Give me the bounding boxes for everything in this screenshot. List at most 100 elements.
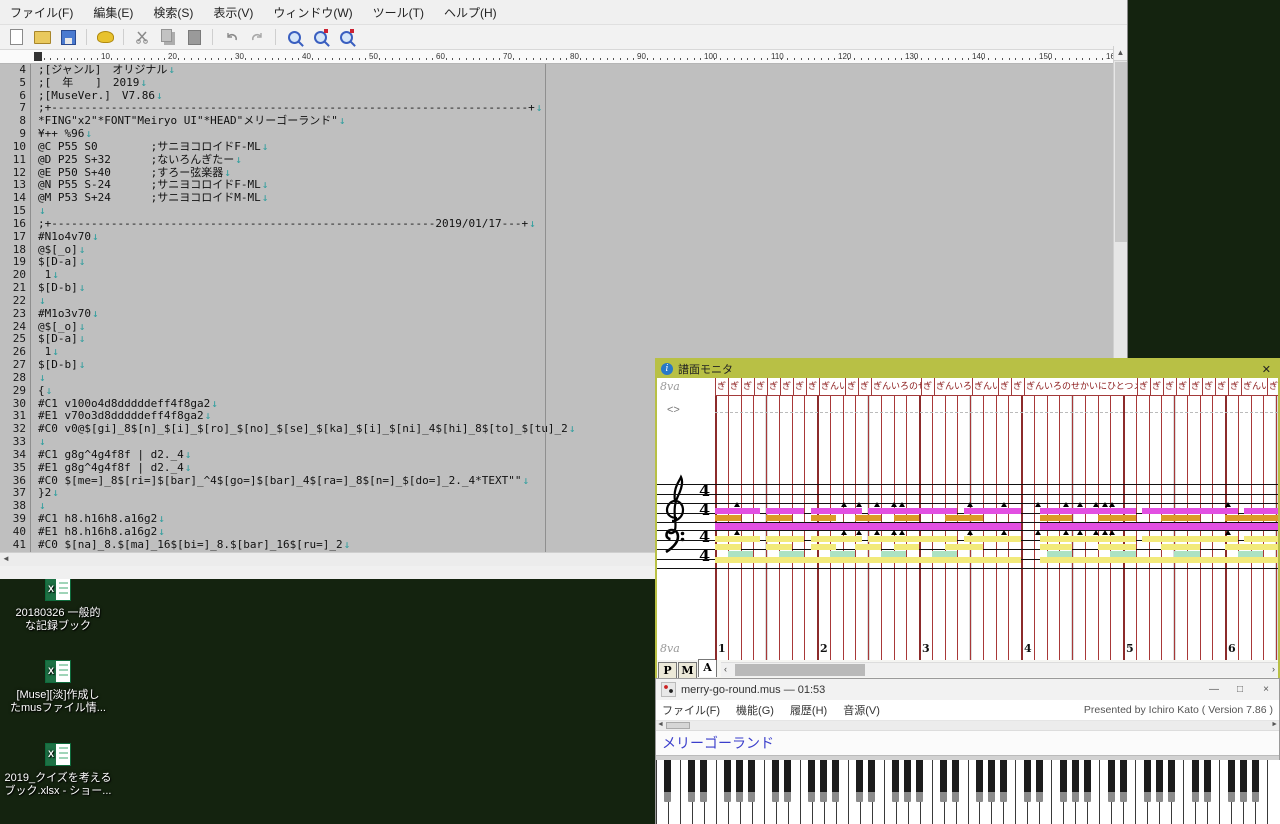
ruler-tick [727, 58, 728, 60]
line-text: $[D-b] [38, 282, 78, 295]
accent-triangle-icon [841, 502, 847, 507]
line-number: 16 [0, 218, 26, 231]
zoom-search-icon[interactable] [284, 27, 304, 47]
ruler-label: 130 [905, 52, 918, 61]
black-key[interactable] [664, 760, 671, 802]
editor-menu-item-2[interactable]: 編集(E) [93, 4, 133, 21]
black-key[interactable] [1024, 760, 1031, 802]
black-key[interactable] [1108, 760, 1115, 802]
black-key[interactable] [1228, 760, 1235, 802]
scroll-left-arrow-icon[interactable]: ◄ [2, 554, 10, 563]
score-tab-a[interactable]: A [698, 659, 717, 677]
black-key[interactable] [820, 760, 827, 802]
ruler-tick [747, 58, 748, 60]
editor-menu-item-1[interactable]: ファイル(F) [10, 4, 73, 21]
black-key[interactable] [952, 760, 959, 802]
player-menu-item-4[interactable]: 音源(V) [843, 702, 880, 718]
player-seek-slider[interactable]: ◄ ► [656, 721, 1279, 731]
ruler-tick [875, 58, 876, 60]
copy-icon[interactable] [158, 27, 178, 47]
ruler-tick [97, 58, 98, 60]
black-key[interactable] [736, 760, 743, 802]
black-key[interactable] [832, 760, 839, 802]
save-file-icon[interactable] [58, 27, 78, 47]
editor-menu-item-7[interactable]: ヘルプ(H) [444, 4, 497, 21]
black-key[interactable] [988, 760, 995, 802]
slider-handle[interactable] [666, 722, 690, 729]
black-key[interactable] [1084, 760, 1091, 802]
black-key[interactable] [1144, 760, 1151, 802]
black-key[interactable] [1240, 760, 1247, 802]
black-key[interactable] [976, 760, 983, 802]
ruler-tick [828, 58, 829, 60]
black-key[interactable] [1120, 760, 1127, 802]
black-key[interactable] [1156, 760, 1163, 802]
desktop-icon-1[interactable]: X20180326 一般的な記録ブック [0, 578, 116, 633]
minimize-icon[interactable]: — [1201, 684, 1227, 695]
black-key[interactable] [724, 760, 731, 802]
score-tab-p[interactable]: P [658, 662, 677, 678]
accent-triangle-icon [899, 530, 905, 535]
accent-triangle-icon [841, 530, 847, 535]
player-menu-item-2[interactable]: 機能(G) [736, 702, 774, 718]
black-key[interactable] [784, 760, 791, 802]
player-titlebar[interactable]: merry-go-round.mus — 01:53 — □ × [656, 679, 1279, 700]
editor-menu-item-4[interactable]: 表示(V) [213, 4, 253, 21]
editor-menu-item-5[interactable]: ウィンドウ(W) [273, 4, 352, 21]
score-tab-m[interactable]: M [678, 662, 697, 678]
black-key[interactable] [868, 760, 875, 802]
desktop-icon-3[interactable]: X2019_クイズを考えるブック.xlsx - ショー... [0, 743, 116, 798]
black-key[interactable] [1036, 760, 1043, 802]
black-key[interactable] [1204, 760, 1211, 802]
undo-icon[interactable] [221, 27, 241, 47]
zoom-search-jump-icon[interactable] [336, 27, 356, 47]
black-key[interactable] [892, 760, 899, 802]
scroll-left-arrow-icon[interactable]: ‹ [724, 664, 727, 674]
black-key[interactable] [700, 760, 707, 802]
cut-icon[interactable] [132, 27, 152, 47]
close-icon[interactable]: × [1253, 684, 1279, 695]
maximize-icon[interactable]: □ [1227, 684, 1253, 695]
editor-menu-item-3[interactable]: 検索(S) [153, 4, 193, 21]
scroll-up-arrow-icon[interactable]: ▲ [1114, 46, 1127, 61]
zoom-search-add-icon[interactable] [310, 27, 330, 47]
scrollbar-thumb[interactable] [735, 664, 865, 676]
player-menu-item-1[interactable]: ファイル(F) [662, 702, 720, 718]
score-titlebar[interactable]: i 譜面モニタ ✕ [657, 360, 1278, 378]
black-key[interactable] [1192, 760, 1199, 802]
ruler-tick [854, 58, 855, 60]
line-number: 11 [0, 154, 26, 167]
black-key[interactable] [748, 760, 755, 802]
lyric-cell: ぎ [767, 378, 780, 396]
black-key[interactable] [1072, 760, 1079, 802]
black-key[interactable] [808, 760, 815, 802]
black-key[interactable] [1168, 760, 1175, 802]
black-key[interactable] [1060, 760, 1067, 802]
close-icon[interactable]: ✕ [1259, 363, 1274, 376]
score-horizontal-scrollbar[interactable]: ‹ › [721, 662, 1278, 677]
open-folder-icon[interactable] [32, 27, 52, 47]
paste-icon[interactable] [184, 27, 204, 47]
black-key[interactable] [1000, 760, 1007, 802]
black-key[interactable] [1252, 760, 1259, 802]
black-key[interactable] [856, 760, 863, 802]
black-key[interactable] [772, 760, 779, 802]
slider-left-arrow-icon[interactable]: ◄ [657, 721, 664, 728]
scrollbar-thumb[interactable] [1115, 62, 1127, 242]
redo-icon[interactable] [247, 27, 267, 47]
black-key[interactable] [940, 760, 947, 802]
black-key[interactable] [916, 760, 923, 802]
slider-right-arrow-icon[interactable]: ► [1271, 721, 1278, 728]
player-menu-item-3[interactable]: 履歴(H) [790, 702, 827, 718]
toolbar-separator [123, 29, 124, 45]
lyric-cell: ぎ [754, 378, 767, 396]
white-key[interactable] [1267, 760, 1280, 824]
black-key[interactable] [904, 760, 911, 802]
editor-menu-item-6[interactable]: ツール(T) [373, 4, 424, 21]
new-document-icon[interactable] [6, 27, 26, 47]
ruler-tick [801, 58, 802, 60]
desktop-icon-2[interactable]: X[Muse][淡]作成したmusファイル情... [0, 660, 116, 715]
black-key[interactable] [688, 760, 695, 802]
scroll-right-arrow-icon[interactable]: › [1272, 664, 1275, 674]
muse-cloth-icon[interactable] [95, 27, 115, 47]
